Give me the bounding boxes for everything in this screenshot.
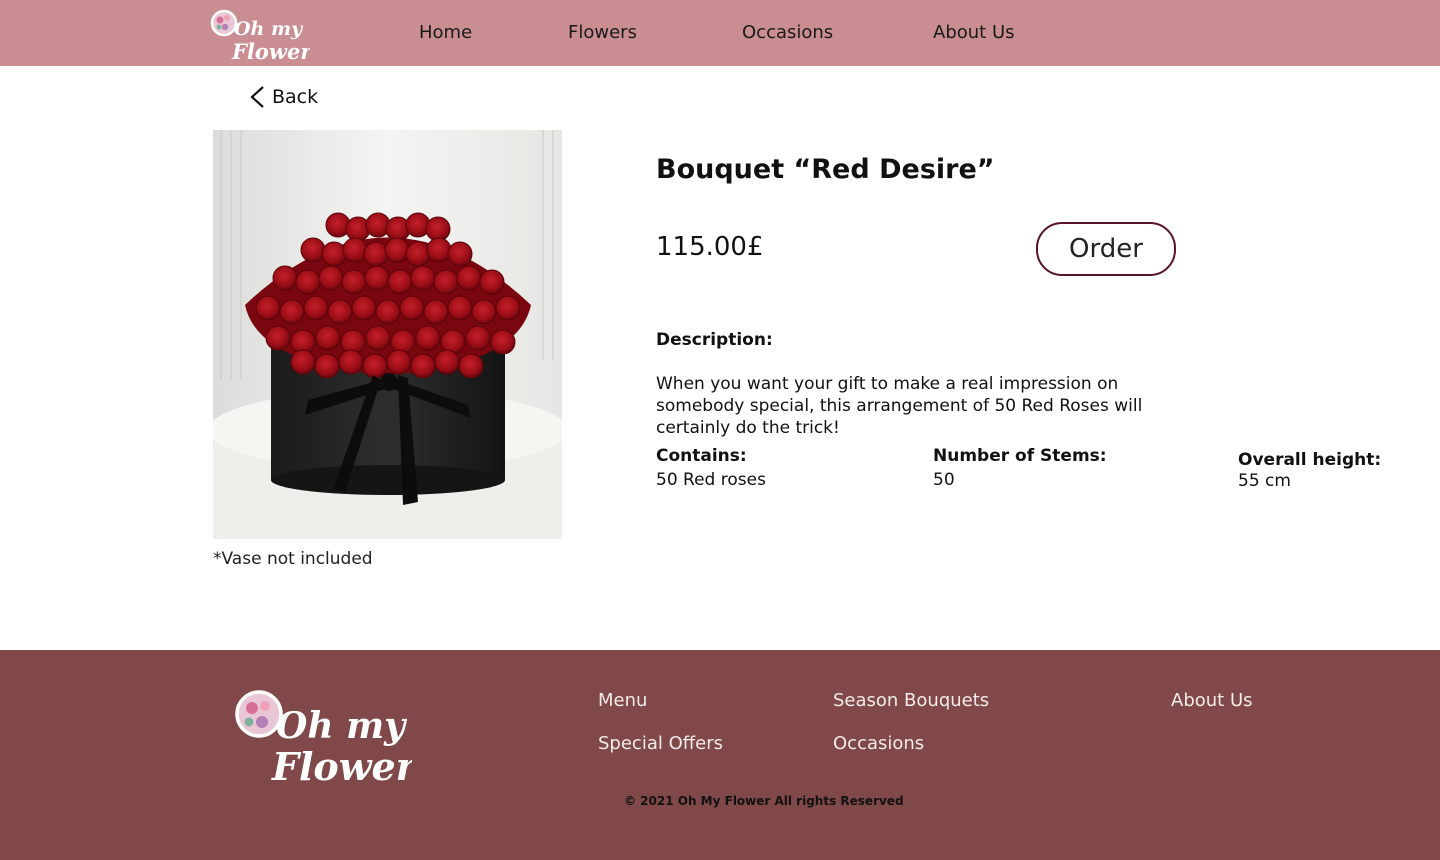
contains-label: Contains: [656,446,747,466]
stems-value: 50 [933,470,955,490]
chevron-left-icon [250,86,264,108]
order-button[interactable]: Order [1036,222,1176,276]
svg-text:Flower: Flower [231,39,310,62]
footer-logo[interactable]: Oh my Flower [232,684,412,788]
nav-flowers[interactable]: Flowers [568,22,637,43]
description-heading: Description: [656,330,773,350]
brand-logo[interactable]: Oh my Flower [210,6,310,62]
nav-occasions[interactable]: Occasions [742,22,833,43]
description-text: When you want your gift to make a real i… [656,374,1143,438]
footer-season-bouquets-link[interactable]: Season Bouquets [833,690,989,711]
product-title: Bouquet “Red Desire” [656,154,995,185]
footer-occasions-link[interactable]: Occasions [833,733,924,754]
product-price: 115.00£ [656,232,764,262]
back-link[interactable]: Back [248,85,318,109]
nav-home[interactable]: Home [419,22,472,43]
footer-special-offers-link[interactable]: Special Offers [598,733,723,754]
footer-menu-link[interactable]: Menu [598,690,647,711]
site-footer [0,650,1440,860]
svg-text:Oh my: Oh my [276,705,407,747]
svg-text:Flower: Flower [271,744,412,788]
contains-value: 50 Red roses [656,470,766,490]
height-label: Overall height: [1238,450,1382,470]
nav-about-us[interactable]: About Us [933,22,1015,43]
footer-about-us-link[interactable]: About Us [1171,690,1253,711]
product-image [213,130,562,539]
height-value: 55 cm [1238,471,1291,491]
stems-label: Number of Stems: [933,446,1107,466]
copyright: © 2021 Oh My Flower All rights Reserved [624,794,904,808]
vase-note: *Vase not included [213,549,373,569]
back-label: Back [272,86,319,108]
svg-text:Oh my: Oh my [234,18,304,40]
